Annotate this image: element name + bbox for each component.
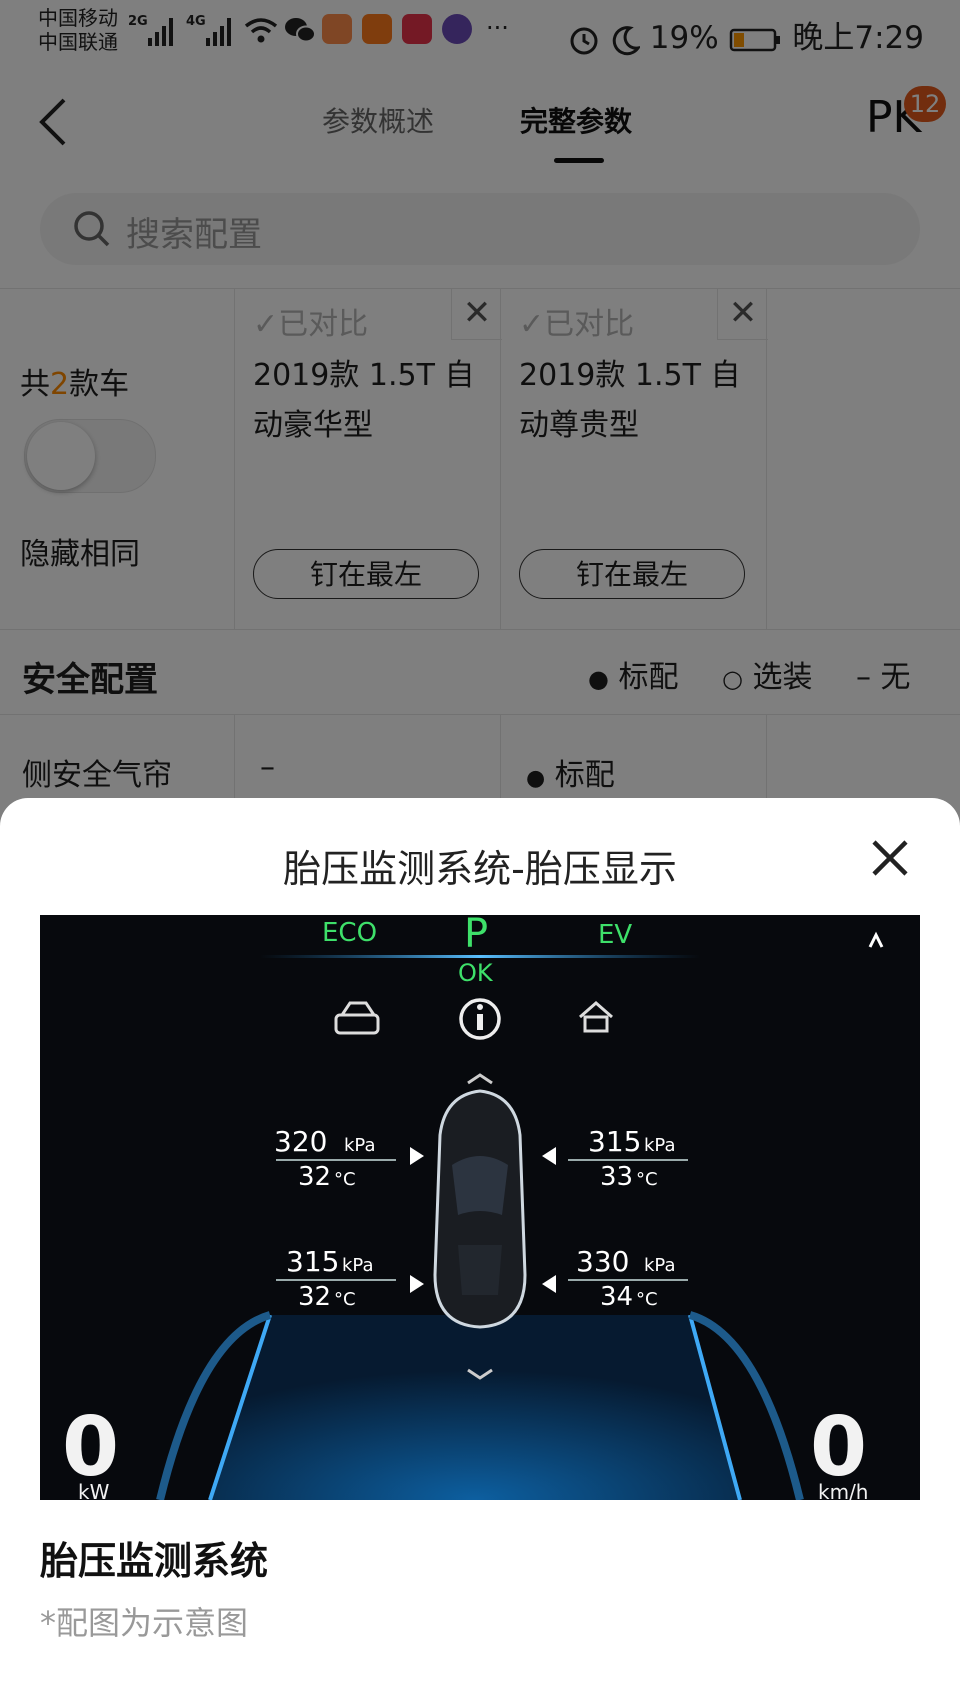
temp-unit: °C (636, 1169, 658, 1190)
gear-label: P (464, 915, 488, 957)
temp-unit: °C (334, 1169, 356, 1190)
pressure-unit: kPa (344, 1135, 376, 1156)
pressure-unit: kPa (644, 1135, 676, 1156)
speed-gauge-unit: km/h (818, 1480, 868, 1500)
front-left-temp: 32 (298, 1162, 331, 1192)
rear-right-pressure: 330 (576, 1245, 629, 1278)
tire-pressure-photo: ECO P OK EV 320 kPa 32 °C 315 kPa 33 °C … (40, 915, 920, 1500)
ok-label: OK (458, 959, 494, 987)
caption-title: 胎压监测系统 (40, 1539, 269, 1583)
temp-unit: °C (334, 1289, 356, 1310)
detail-bottom-sheet: 胎压监测系统-胎压显示 ECO P OK EV 320 kPa 32 °C 31… (0, 798, 960, 1706)
rear-right-temp: 34 (600, 1282, 633, 1312)
eco-label: ECO (322, 918, 377, 948)
dashboard-display: ECO P OK EV 320 kPa 32 °C 315 kPa 33 °C … (40, 915, 920, 1500)
front-left-pressure: 320 (274, 1125, 327, 1158)
temp-unit: °C (636, 1289, 658, 1310)
rear-left-temp: 32 (298, 1282, 331, 1312)
front-right-temp: 33 (600, 1162, 633, 1192)
caption-note: *配图为示意图 (40, 1604, 249, 1642)
pressure-unit: kPa (342, 1255, 374, 1276)
ev-label: EV (598, 920, 632, 950)
front-right-pressure: 315 (588, 1125, 641, 1158)
power-gauge-unit: kW (78, 1480, 110, 1500)
close-icon[interactable] (870, 838, 910, 878)
sheet-title: 胎压监测系统-胎压显示 (283, 847, 677, 891)
car-top-view (433, 1089, 527, 1329)
pressure-unit: kPa (644, 1255, 676, 1276)
rear-left-pressure: 315 (286, 1245, 339, 1278)
